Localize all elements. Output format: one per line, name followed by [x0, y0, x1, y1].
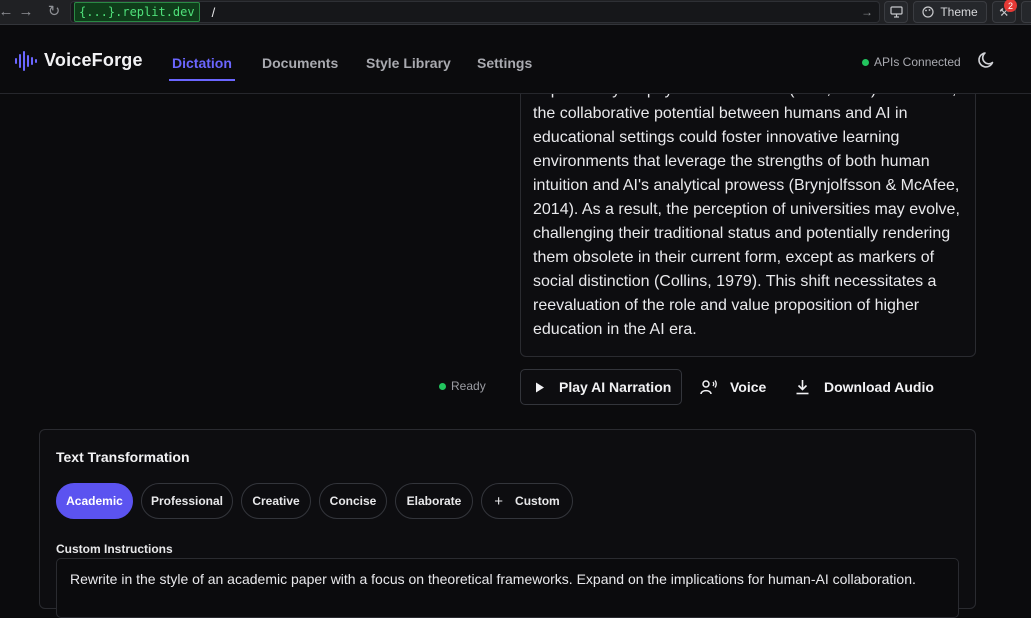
- text-line: education in the AI era.: [533, 321, 697, 338]
- soundwave-logo-icon: [15, 50, 37, 71]
- more-button[interactable]: [1021, 1, 1031, 23]
- chip-label: Custom: [515, 494, 560, 508]
- play-ai-narration-button[interactable]: Play AI Narration: [520, 369, 682, 405]
- transformed-text-card: dependency on physical institutions (Ill…: [520, 60, 976, 357]
- url-host: {...}.replit.dev: [74, 2, 200, 22]
- chip-label: Concise: [329, 494, 377, 508]
- address-bar[interactable]: {...}.replit.dev / →: [70, 1, 880, 23]
- chip-label: Elaborate: [406, 494, 462, 508]
- nav-settings[interactable]: Settings: [477, 55, 532, 71]
- panel-title: Text Transformation: [56, 449, 190, 465]
- reload-icon[interactable]: ↻: [44, 2, 64, 20]
- status-dot: [862, 58, 869, 66]
- voice-label: Voice: [730, 379, 767, 395]
- theme-label: Theme: [940, 5, 978, 19]
- theme-button[interactable]: Theme: [913, 1, 987, 23]
- custom-instructions-value: Rewrite in the style of an academic pape…: [70, 571, 916, 587]
- screen-share-button[interactable]: [884, 1, 908, 23]
- text-line: social distinction (Collins, 1979). This…: [533, 273, 937, 290]
- palette-icon: [922, 6, 934, 18]
- chip-label: Academic: [66, 494, 123, 508]
- chip-label: Professional: [150, 494, 224, 508]
- download-label: Download Audio: [824, 379, 934, 395]
- text-line: challenging their traditional status and…: [533, 225, 951, 242]
- api-status: APIs Connected: [862, 55, 961, 69]
- plus-icon: +: [494, 492, 504, 510]
- text-line: them obsolete in their current form, exc…: [533, 249, 935, 266]
- nav-active-indicator: [169, 79, 235, 81]
- text-line: intuition and AI's analytical prowess (B…: [533, 177, 960, 194]
- play-icon: [536, 382, 544, 392]
- style-chip-creative[interactable]: Creative: [241, 483, 311, 519]
- style-chip-custom[interactable]: + Custom: [481, 483, 573, 519]
- nav-documents[interactable]: Documents: [262, 55, 338, 71]
- voice-icon: [700, 380, 717, 395]
- chip-label: Creative: [252, 494, 300, 508]
- style-chip-professional[interactable]: Professional: [141, 483, 233, 519]
- extensions-button[interactable]: ⚒ 2: [992, 0, 1017, 23]
- monitor-icon: [889, 6, 903, 18]
- transformed-text: dependency on physical institutions (Ill…: [533, 78, 965, 342]
- text-line: environments that leverage the strengths…: [533, 153, 930, 170]
- text-transformation-panel: Text Transformation Academic Professiona…: [39, 429, 976, 618]
- go-arrow-icon[interactable]: →: [861, 5, 873, 19]
- text-line: educational settings could foster innova…: [533, 129, 900, 146]
- browser-toolbar: ← → ↻ {...}.replit.dev / → Theme ⚒ 2: [0, 0, 1031, 25]
- forward-icon[interactable]: →: [16, 3, 36, 20]
- style-chip-concise[interactable]: Concise: [319, 483, 387, 519]
- download-audio-button[interactable]: Download Audio: [795, 369, 934, 405]
- logo[interactable]: VoiceForge: [14, 50, 143, 71]
- nav-style-library[interactable]: Style Library: [366, 55, 451, 71]
- api-status-label: APIs Connected: [874, 55, 961, 69]
- ready-label: Ready: [451, 379, 486, 393]
- app-name: VoiceForge: [44, 50, 143, 70]
- custom-instructions-label: Custom Instructions: [56, 542, 173, 556]
- custom-instructions-input[interactable]: Rewrite in the style of an academic pape…: [56, 558, 959, 618]
- nav-dictation[interactable]: Dictation: [172, 55, 232, 71]
- style-chip-elaborate[interactable]: Elaborate: [395, 483, 473, 519]
- play-label: Play AI Narration: [559, 379, 672, 395]
- text-line: the collaborative potential between huma…: [533, 105, 908, 122]
- download-icon: [796, 380, 809, 395]
- url-path: /: [211, 4, 216, 20]
- ready-dot: [439, 382, 446, 390]
- text-line: 2014). As a result, the perception of un…: [533, 201, 960, 218]
- style-chip-academic[interactable]: Academic: [56, 483, 133, 519]
- notification-badge: 2: [1004, 0, 1017, 12]
- voice-button[interactable]: Voice: [700, 369, 766, 405]
- back-icon[interactable]: ←: [0, 3, 16, 20]
- ready-status: Ready: [439, 379, 486, 393]
- text-line: reevaluation of the role and value propo…: [533, 297, 920, 314]
- app-header: VoiceForge Dictation Documents Style Lib…: [0, 26, 1031, 94]
- moon-icon[interactable]: [977, 50, 997, 70]
